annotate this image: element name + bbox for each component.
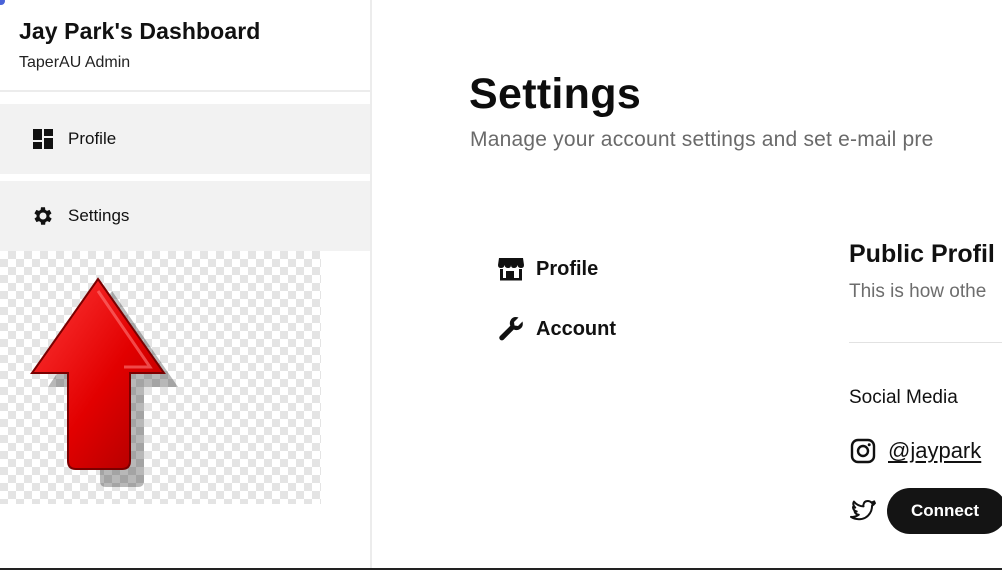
status-dot — [0, 0, 5, 5]
settings-nav-label: Account — [536, 317, 616, 340]
section-description: This is how othe — [849, 281, 987, 302]
sidebar-item-label: Profile — [68, 129, 117, 148]
dashboard-subtitle: TaperAU Admin — [19, 54, 131, 71]
section-title: Public Profil — [849, 240, 995, 268]
settings-nav-account[interactable]: Account — [496, 315, 616, 343]
instagram-row: @jaypark — [849, 437, 981, 465]
dashboard-grid-icon — [31, 127, 55, 151]
page-title: Settings — [469, 70, 642, 118]
instagram-icon — [849, 437, 877, 465]
sidebar-item-settings[interactable]: Settings — [0, 181, 370, 251]
sidebar-header: Jay Park's Dashboard TaperAU Admin — [0, 0, 370, 92]
twitter-icon — [849, 497, 877, 525]
page-description: Manage your account settings and set e-m… — [470, 128, 934, 151]
sidebar-item-profile[interactable]: Profile — [0, 104, 370, 174]
dashboard-title: Jay Park's Dashboard — [19, 18, 261, 44]
arrow-image — [0, 251, 321, 504]
wrench-icon — [496, 315, 526, 343]
social-media-heading: Social Media — [849, 387, 958, 408]
main-content: Settings Manage your account settings an… — [374, 0, 1002, 568]
gear-icon — [31, 204, 55, 228]
sidebar-item-label: Settings — [68, 206, 130, 225]
store-icon — [496, 255, 526, 283]
instagram-handle-link[interactable]: @jaypark — [888, 438, 981, 464]
sidebar: Jay Park's Dashboard TaperAU Admin Profi… — [0, 0, 372, 568]
section-divider — [849, 342, 1002, 343]
settings-nav-profile[interactable]: Profile — [496, 255, 598, 283]
settings-nav-label: Profile — [536, 257, 599, 280]
twitter-connect-button[interactable]: Connect — [887, 488, 1002, 534]
twitter-row: Connect — [849, 488, 1002, 534]
